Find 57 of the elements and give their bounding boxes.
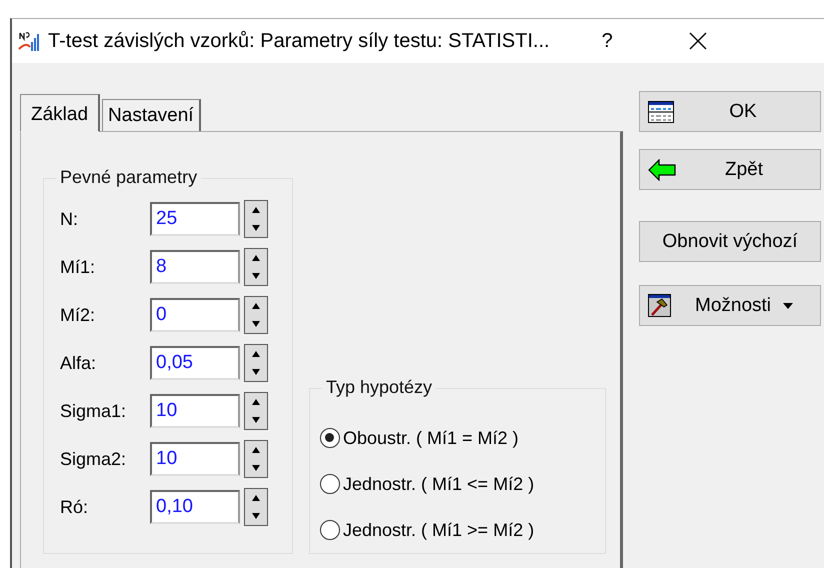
spin-buttons[interactable] — [244, 248, 268, 286]
spin-buttons[interactable] — [244, 200, 268, 238]
number-field[interactable]: 0,05 — [150, 346, 240, 380]
down-arrow-icon — [250, 415, 262, 425]
number-field[interactable]: 10 — [150, 394, 240, 428]
down-arrow-icon — [250, 463, 262, 473]
radio-label: Jednostr. ( Mí1 <= Mí2 ) — [343, 474, 534, 494]
field-label: N: — [60, 208, 79, 230]
up-arrow-icon — [250, 205, 262, 215]
down-arrow-icon — [250, 511, 262, 521]
close-icon — [688, 32, 707, 50]
table-icon — [648, 100, 674, 122]
spin-buttons[interactable] — [244, 440, 268, 478]
spin-buttons[interactable] — [244, 488, 268, 526]
field-label: Sigma2: — [60, 448, 128, 470]
radio-label: Jednostr. ( Mí1 >= Mí2 ) — [343, 520, 534, 540]
field-label: Mí2: — [60, 304, 96, 326]
dropdown-caret-icon — [783, 302, 794, 308]
spin-buttons[interactable] — [244, 392, 268, 430]
window-title: T-test závislých vzorků: Parametry síly testu: STATISTI... — [48, 30, 550, 52]
radio-button[interactable] — [320, 428, 340, 448]
up-arrow-icon — [250, 397, 262, 407]
number-field[interactable]: 8 — [150, 250, 240, 284]
down-arrow-icon — [250, 223, 262, 233]
spin-buttons[interactable] — [244, 296, 268, 334]
help-button[interactable]: ? — [596, 30, 619, 52]
number-field[interactable]: 10 — [150, 442, 240, 476]
field-label: Mí1: — [60, 256, 96, 278]
radio-label: Oboustr. ( Mí1 = Mí2 ) — [343, 428, 519, 448]
radio-button[interactable] — [320, 520, 340, 540]
up-arrow-icon — [250, 493, 262, 503]
down-arrow-icon — [250, 319, 262, 329]
group-title: Typ hypotézy — [322, 377, 436, 398]
dialog-button[interactable]: Možnosti — [639, 285, 821, 326]
field-label: Ró: — [60, 496, 90, 518]
up-arrow-icon — [250, 301, 262, 311]
up-arrow-icon — [250, 349, 262, 359]
number-field[interactable]: 25 — [150, 202, 240, 236]
number-field[interactable]: 0,10 — [150, 490, 240, 524]
dialog-button[interactable]: OK — [639, 91, 821, 132]
tab[interactable]: Nastavení — [102, 99, 201, 131]
down-arrow-icon — [250, 271, 262, 281]
down-arrow-icon — [250, 367, 262, 377]
tab[interactable]: Základ — [20, 94, 100, 132]
up-arrow-icon — [250, 445, 262, 455]
left-arrow-icon — [648, 158, 676, 180]
spin-buttons[interactable] — [244, 344, 268, 382]
number-field[interactable]: 0 — [150, 298, 240, 332]
radio-button[interactable] — [320, 474, 340, 494]
app-icon — [18, 30, 40, 52]
dialog-button[interactable]: Obnovit výchozí — [639, 221, 821, 262]
up-arrow-icon — [250, 253, 262, 263]
field-label: Sigma1: — [60, 400, 128, 422]
hammer-icon — [648, 294, 671, 317]
group-title: Pevné parametry — [56, 167, 202, 188]
dialog-button[interactable]: Zpět — [639, 149, 821, 190]
field-label: Alfa: — [60, 352, 98, 374]
